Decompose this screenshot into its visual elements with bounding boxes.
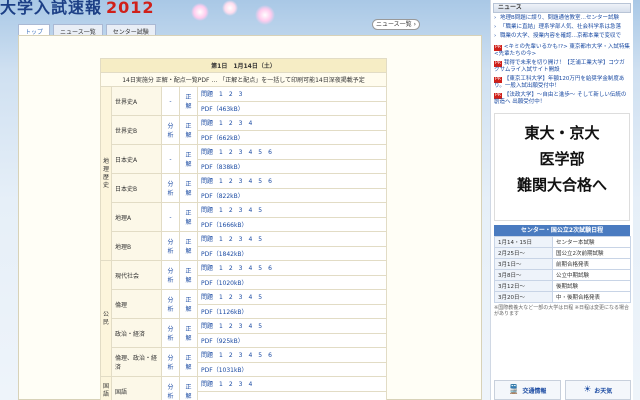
ad-item[interactable]: PR 【法政大学】〜自由と進歩〜 そして新しい伝統の創造へ 出願受付中！ [494,92,630,106]
analysis-link[interactable]: 分析 [161,260,180,290]
analysis-link[interactable]: 分析 [161,347,180,377]
table-row: 地理B 分析 正解 問題 1 2 3 4 5 [101,231,387,261]
pdf-link[interactable] [197,390,387,400]
table-row: 3月20日〜 中・後期合格発表 [494,291,631,303]
table-row: 2月25日〜 国公立2次前期試験 [494,247,631,259]
category-lang: 国語 [100,376,112,400]
train-icon: 🚆 [508,385,520,395]
table-row: 地理歴史世界史A - 正解 問題 1 2 3 [100,86,387,261]
site-logo[interactable]: 大学入試速報 2012 [0,0,190,17]
ad-banner[interactable]: 東大・京大 医学部 難関大合格へ [494,113,630,221]
answer-link[interactable]: 正解 [179,115,198,145]
pdf-link[interactable]: PDF（1020kB） [197,274,387,290]
question-links[interactable]: 問題 1 2 3 4 5 [197,289,387,305]
pdf-note[interactable]: 14日実施分 正解・配点一覧PDF … 「正解と配点」を一括して印刷可能14日深… [100,72,387,87]
table-row: 倫理、政治・経済 分析 正解 問題 1 2 3 4 5 6 [101,347,387,377]
table-row: 3月8日〜 公立中期試験 [494,269,631,281]
answer-link[interactable]: 正解 [179,144,198,174]
sidebar: ニュース 地理B問題に誤り、問題通信教室…センター試験 「職業に直結」理系学部人… [490,0,633,400]
analysis-link[interactable]: 分析 [161,318,180,348]
ad-list: PR <キミの先輩いるかも!?> 東京都市大学・入試特集 <先輩たちの今> PR 我… [491,42,633,110]
pdf-link[interactable]: PDF（1666kB） [197,216,387,232]
table-row: 地理A - 正解 問題 1 2 3 4 5 [101,202,387,232]
schedule-footnote: ※国際教養大など一部の大学は日程 ※日程は変更になる場合があります [494,305,629,317]
table-row: 1月14・15日 センター本試験 [494,236,631,248]
question-links[interactable]: 問題 1 2 3 4 5 [197,231,387,247]
answer-link[interactable]: 正解 [179,260,198,290]
news-item[interactable]: 「職業に直結」理系学部人気、社会科学系は急落 [494,24,630,31]
day-header: 第1日 1月14日（土） [100,58,387,73]
answer-link[interactable]: 正解 [179,376,198,400]
question-links[interactable]: 問題 1 2 3 4 [197,376,387,392]
analysis-link[interactable]: 分析 [161,376,180,400]
answer-link[interactable]: 正解 [179,347,198,377]
analysis-link[interactable]: 分析 [161,173,180,203]
ad-item[interactable]: PR 【東京工科大学】年額120万円を給奨学金制度あり。一般入試出願受付中！ [494,76,630,90]
table-row: 3月1日〜 前期合格発表 [494,258,631,270]
news-header: ニュース [493,3,631,13]
analysis-link[interactable]: 分析 [161,115,180,145]
news-list-button[interactable]: ニュース一覧 › [372,19,420,30]
table-row: 日本史B 分析 正解 問題 1 2 3 4 5 6 [101,173,387,203]
question-links[interactable]: 問題 1 2 3 4 [197,115,387,131]
table-row: 世界史B 分析 正解 問題 1 2 3 4 [101,115,387,145]
question-links[interactable]: 問題 1 2 3 4 5 6 [197,347,387,363]
question-links[interactable]: 問題 1 2 3 4 5 6 [197,144,387,160]
exam-table: 第1日 1月14日（土） 14日実施分 正解・配点一覧PDF … 「正解と配点」… [100,58,387,400]
weather-button[interactable]: ☀ お天気 [564,380,631,400]
sun-icon: ☀ [583,385,592,395]
schedule-table: 1月14・15日 センター本試験 2月25日〜 国公立2次前期試験 3月1日〜 前期合… [494,236,631,303]
pdf-link[interactable]: PDF（1126kB） [197,303,387,319]
pdf-link[interactable]: PDF（1031kB） [197,361,387,377]
pdf-link[interactable]: PDF（1842kB） [197,245,387,261]
news-list: 地理B問題に誤り、問題通信教室…センター試験 「職業に直結」理系学部人気、社会科… [491,13,633,40]
news-item[interactable]: 地理B問題に誤り、問題通信教室…センター試験 [494,15,630,22]
traffic-button[interactable]: 🚆 交通情報 [494,380,561,400]
pdf-link[interactable]: PDF（662kB） [197,129,387,145]
pdf-link[interactable]: PDF（463kB） [197,100,387,116]
pdf-link[interactable]: PDF（822kB） [197,187,387,203]
question-links[interactable]: 問題 1 2 3 4 5 [197,202,387,218]
table-row: 3月12日〜 後期試験 [494,280,631,292]
table-row: 公民現代社会 分析 正解 問題 1 2 3 4 5 6 [100,260,387,377]
pdf-link[interactable]: PDF（925kB） [197,332,387,348]
ad-item[interactable]: PR 我得で未来を切り開け！【芝浦工業大学】コウガクサムライ入試サイト開設 [494,60,630,74]
analysis-link[interactable]: 分析 [161,289,180,319]
answer-link[interactable]: 正解 [179,202,198,232]
table-row: 国語国語 分析 正解 問題 1 2 3 4 [100,376,387,400]
schedule-header: センター・国公立2次試験日程 [494,225,630,236]
table-row: 倫理 分析 正解 問題 1 2 3 4 5 [101,289,387,319]
pdf-link[interactable]: PDF（838kB） [197,158,387,174]
question-links[interactable]: 問題 1 2 3 4 5 [197,318,387,334]
category-geo: 地理歴史 [100,86,112,261]
analysis-link[interactable]: 分析 [161,231,180,261]
answer-link[interactable]: 正解 [179,231,198,261]
header-decoration [180,0,300,30]
answer-link[interactable]: 正解 [179,86,198,116]
question-links[interactable]: 問題 1 2 3 [197,86,387,102]
question-links[interactable]: 問題 1 2 3 4 5 6 [197,173,387,189]
sidebar-buttons: 🚆 交通情報 ☀ お天気 [491,380,634,400]
table-row: 政治・経済 分析 正解 問題 1 2 3 4 5 [101,318,387,348]
answer-link[interactable]: 正解 [179,173,198,203]
table-row: 日本史A - 正解 問題 1 2 3 4 5 6 [101,144,387,174]
ad-item[interactable]: PR <キミの先輩いるかも!?> 東京都市大学・入試特集 <先輩たちの今> [494,44,630,58]
answer-link[interactable]: 正解 [179,289,198,319]
answer-link[interactable]: 正解 [179,318,198,348]
question-links[interactable]: 問題 1 2 3 4 5 6 [197,260,387,276]
category-civics: 公民 [100,260,112,377]
news-item[interactable]: 職業の大学、授業内容を確認…京都本業で変収で [494,33,630,40]
